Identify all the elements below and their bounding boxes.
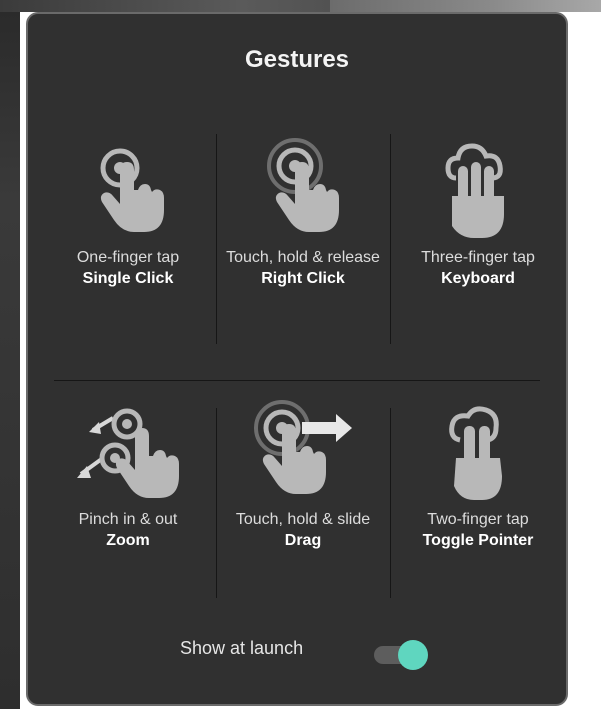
show-at-launch-label: Show at launch	[180, 638, 304, 658]
gesture-action: Drag	[284, 532, 322, 549]
touch-hold-release-icon	[267, 138, 339, 232]
gesture-two-finger-tap: Two-finger tap Toggle Pointer	[390, 398, 566, 552]
gesture-action: Keyboard	[441, 270, 515, 287]
gesture-touch-hold-slide: Touch, hold & slide Drag	[215, 398, 391, 552]
gesture-action: Zoom	[106, 532, 150, 549]
gesture-touch-hold-release: Touch, hold & release Right Click	[215, 136, 391, 290]
gesture-caption: Pinch in & out	[78, 511, 178, 528]
gesture-three-finger-tap: Three-finger tap Keyboard	[390, 136, 566, 290]
pinch-zoom-icon	[77, 408, 179, 498]
backdrop-top-edge	[0, 0, 601, 12]
gesture-caption: Touch, hold & slide	[235, 511, 371, 528]
backdrop-edge	[0, 0, 20, 709]
gesture-caption: Two-finger tap	[427, 511, 529, 528]
gesture-pinch-zoom: Pinch in & out Zoom	[40, 398, 216, 552]
gesture-one-finger-tap: One-finger tap Single Click	[40, 136, 216, 290]
gesture-caption: One-finger tap	[76, 249, 180, 266]
gesture-caption: Three-finger tap	[421, 249, 535, 266]
dialog-title: Gestures	[244, 46, 350, 73]
gestures-dialog: Gestures One-finger tap Single Click Tou…	[26, 12, 568, 706]
gesture-action: Toggle Pointer	[422, 532, 534, 549]
gesture-action: Single Click	[82, 270, 174, 287]
row-divider	[54, 380, 540, 381]
gesture-action: Right Click	[261, 270, 345, 287]
touch-hold-slide-icon	[254, 400, 352, 494]
toggle-knob[interactable]	[398, 640, 428, 670]
gesture-caption: Touch, hold & release	[226, 249, 380, 266]
one-finger-tap-icon	[100, 148, 164, 232]
two-finger-tap-icon	[449, 406, 502, 500]
show-at-launch-toggle[interactable]	[374, 640, 430, 670]
three-finger-tap-icon	[445, 143, 504, 238]
